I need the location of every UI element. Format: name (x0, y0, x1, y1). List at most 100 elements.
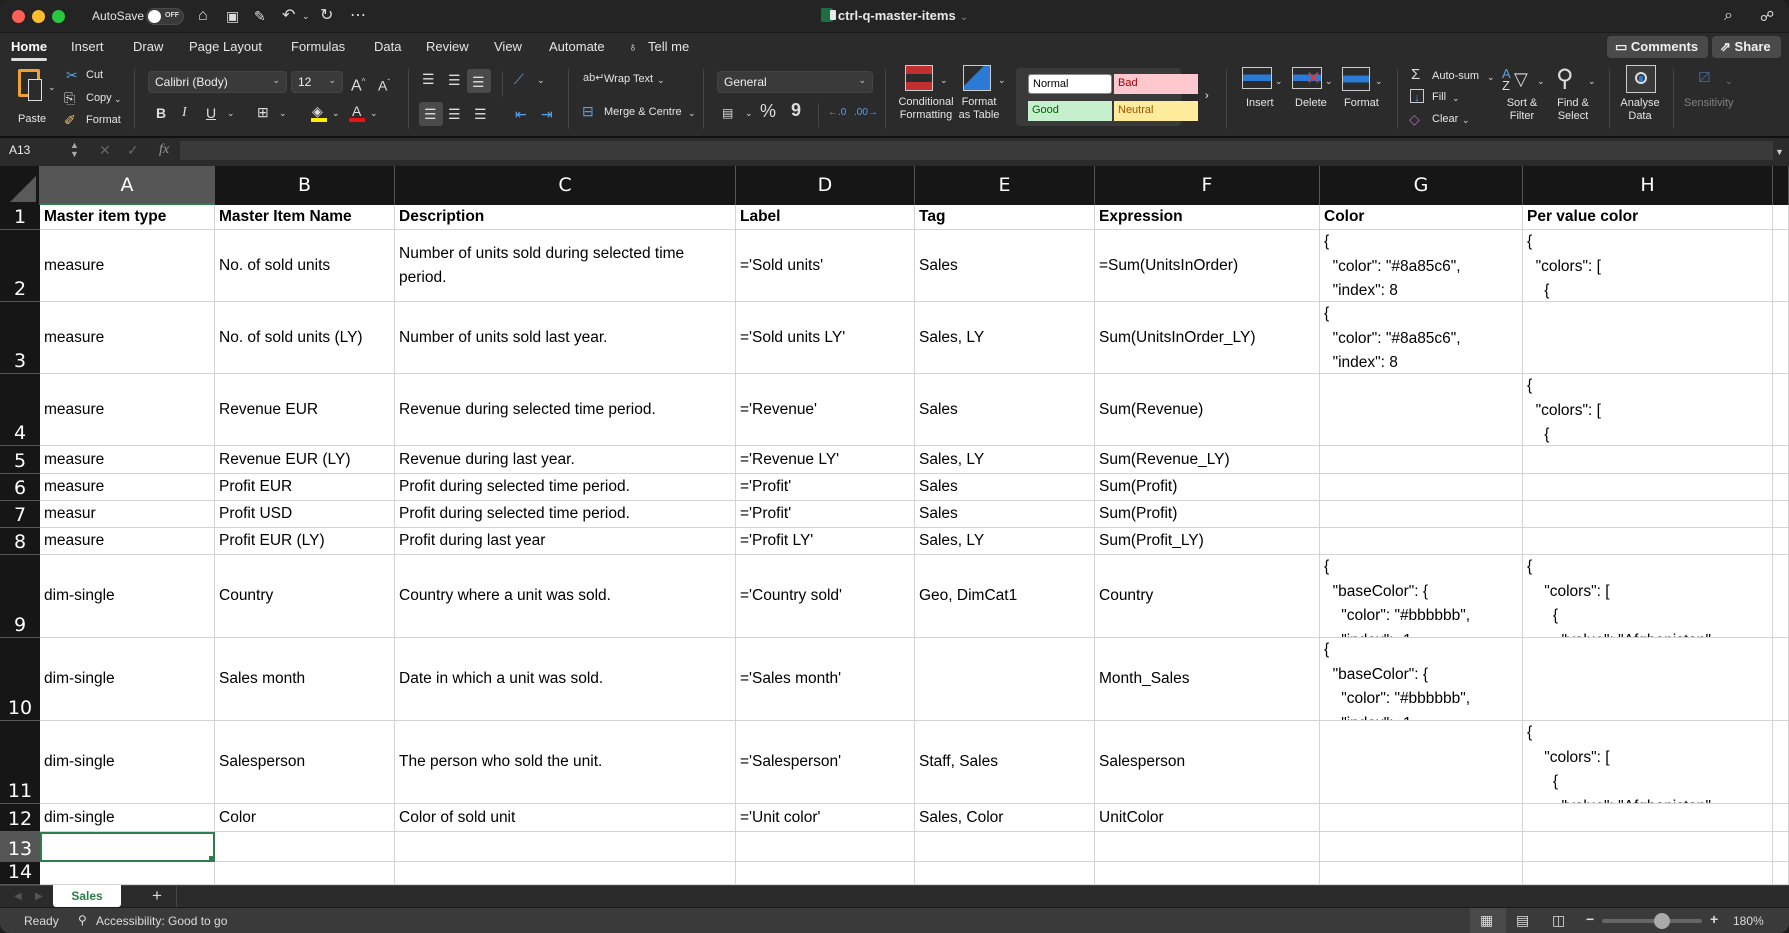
align-center-icon[interactable]: ☰ (448, 106, 461, 122)
format-as-table-button[interactable]: ⌄ Format as Table (957, 65, 1007, 133)
cell-d14[interactable] (736, 862, 915, 885)
wrap-text-dropdown-icon[interactable]: ⌄ (657, 72, 665, 88)
zoom-in-button[interactable]: + (1710, 911, 1718, 927)
fill-color-dropdown-icon[interactable]: ⌄ (332, 105, 340, 121)
cell-h1[interactable]: Per value color (1523, 205, 1773, 230)
name-box-stepper-icon[interactable]: ▲ ▼ (70, 141, 79, 159)
select-all-button[interactable] (0, 166, 40, 205)
cell-e4[interactable]: Sales (915, 374, 1095, 446)
cell-f2[interactable]: =Sum(UnitsInOrder) (1095, 230, 1320, 302)
cell-c2[interactable]: Number of units sold during selected tim… (395, 230, 736, 302)
increase-font-size-icon[interactable]: A^ (351, 74, 365, 94)
cell-b6[interactable]: Profit EUR (215, 474, 395, 501)
cell-e1[interactable]: Tag (915, 205, 1095, 230)
format-painter-button[interactable]: Format (86, 114, 121, 126)
decrease-indent-icon[interactable]: ⇤ (515, 106, 527, 122)
cell-a4[interactable]: measure (40, 374, 215, 446)
cell-b5[interactable]: Revenue EUR (LY) (215, 446, 395, 474)
accounting-format-icon[interactable]: ▤ (722, 105, 733, 121)
accessibility-status[interactable]: Accessibility: Good to go (96, 914, 227, 928)
cell-b4[interactable]: Revenue EUR (215, 374, 395, 446)
cell-d6[interactable]: ='Profit' (736, 474, 915, 501)
row-header-11[interactable]: 11 (0, 721, 40, 804)
find-select-button[interactable]: ⚲ ⌄ Find & Select (1550, 65, 1602, 131)
cell-c14[interactable] (395, 862, 736, 885)
cell-c13[interactable] (395, 832, 736, 862)
paste-button[interactable]: Paste (14, 69, 54, 127)
style-neutral[interactable]: Neutral (1114, 101, 1198, 121)
cell-f11[interactable]: Salesperson (1095, 721, 1320, 804)
cell-e2[interactable]: Sales (915, 230, 1095, 302)
font-color-button[interactable]: A (349, 103, 365, 123)
orientation-dropdown-icon[interactable]: ⌄ (537, 72, 545, 88)
cell-f8[interactable]: Sum(Profit_LY) (1095, 528, 1320, 555)
cell-g8[interactable] (1320, 528, 1523, 555)
font-name-dropdown[interactable]: Calibri (Body) ⌄ (148, 71, 287, 93)
cell-h6[interactable] (1523, 474, 1773, 501)
cell-h8[interactable] (1523, 528, 1773, 555)
cell-h14[interactable] (1523, 862, 1773, 885)
cell-f5[interactable]: Sum(Revenue_LY) (1095, 446, 1320, 474)
copy-button[interactable]: Copy (86, 92, 112, 104)
column-header-c[interactable]: C (395, 166, 736, 205)
underline-dropdown-icon[interactable]: ⌄ (227, 105, 235, 121)
row-header-13[interactable]: 13 (0, 832, 40, 862)
cell-b7[interactable]: Profit USD (215, 501, 395, 528)
cell-a14[interactable] (40, 862, 215, 885)
zoom-out-button[interactable]: − (1586, 911, 1594, 927)
page-break-view-icon[interactable]: ◫ (1552, 912, 1565, 928)
row-header-2[interactable]: 2 (0, 230, 40, 302)
percent-style-button[interactable]: % (760, 102, 776, 120)
cell-b11[interactable]: Salesperson (215, 721, 395, 804)
row-header-12[interactable]: 12 (0, 804, 40, 832)
cell-a2[interactable]: measure (40, 230, 215, 302)
font-color-dropdown-icon[interactable]: ⌄ (370, 105, 378, 121)
cell-a13[interactable] (40, 832, 215, 862)
zoom-slider-thumb[interactable] (1654, 913, 1670, 929)
cell-h11[interactable]: { "colors": [ { "value": "Afghanistan" (1523, 721, 1773, 804)
cell-g6[interactable] (1320, 474, 1523, 501)
styles-expand-icon[interactable]: › (1205, 88, 1209, 104)
cell-g10[interactable]: { "baseColor": { "color": "#bbbbbb", "in… (1320, 638, 1523, 721)
cell-g12[interactable] (1320, 804, 1523, 832)
cell-a12[interactable]: dim-single (40, 804, 215, 832)
cell-h3[interactable] (1523, 302, 1773, 374)
align-top-icon[interactable]: ☰ (422, 71, 435, 87)
cell-d12[interactable]: ='Unit color' (736, 804, 915, 832)
text-orientation-icon[interactable]: ⟋ (514, 71, 524, 87)
cell-g4[interactable] (1320, 374, 1523, 446)
cell-i11[interactable] (1773, 721, 1789, 804)
tab-review[interactable]: Review (426, 39, 469, 54)
insert-cells-button[interactable]: ⌄ Insert (1238, 65, 1284, 131)
cell-f9[interactable]: Country (1095, 555, 1320, 638)
cell-g7[interactable] (1320, 501, 1523, 528)
clear-button[interactable]: Clear (1432, 113, 1458, 125)
copy-dropdown-icon[interactable]: ⌄ (114, 91, 122, 107)
add-sheet-button[interactable]: + (152, 887, 162, 904)
cell-b10[interactable]: Sales month (215, 638, 395, 721)
cell-b12[interactable]: Color (215, 804, 395, 832)
cell-e10[interactable] (915, 638, 1095, 721)
cell-d5[interactable]: ='Revenue LY' (736, 446, 915, 474)
cell-e7[interactable]: Sales (915, 501, 1095, 528)
row-header-9[interactable]: 9 (0, 555, 40, 638)
align-bottom-button[interactable]: ☰ (467, 69, 491, 93)
column-header-a[interactable]: A (40, 166, 215, 205)
cell-f10[interactable]: Month_Sales (1095, 638, 1320, 721)
cell-c10[interactable]: Date in which a unit was sold. (395, 638, 736, 721)
row-header-14[interactable]: 14 (0, 861, 40, 885)
column-header-f[interactable]: F (1095, 166, 1320, 205)
collaborate-icon[interactable]: ☍ (1760, 6, 1774, 26)
column-header-h[interactable]: H (1523, 166, 1773, 205)
row-header-7[interactable]: 7 (0, 501, 40, 528)
cell-a1[interactable]: Master item type (40, 205, 215, 230)
row-header-10[interactable]: 10 (0, 638, 40, 721)
cell-c1[interactable]: Description (395, 205, 736, 230)
expand-formula-bar-icon[interactable]: ▼ (1775, 144, 1784, 160)
spreadsheet-grid[interactable]: A B C D E F G H 1 Master item type Master Item Nam… (0, 166, 1789, 885)
zoom-slider[interactable] (1602, 913, 1702, 929)
cell-i2[interactable] (1773, 230, 1789, 302)
cell-d4[interactable]: ='Revenue' (736, 374, 915, 446)
cell-i1[interactable] (1773, 205, 1789, 230)
cell-h13[interactable] (1523, 832, 1773, 862)
